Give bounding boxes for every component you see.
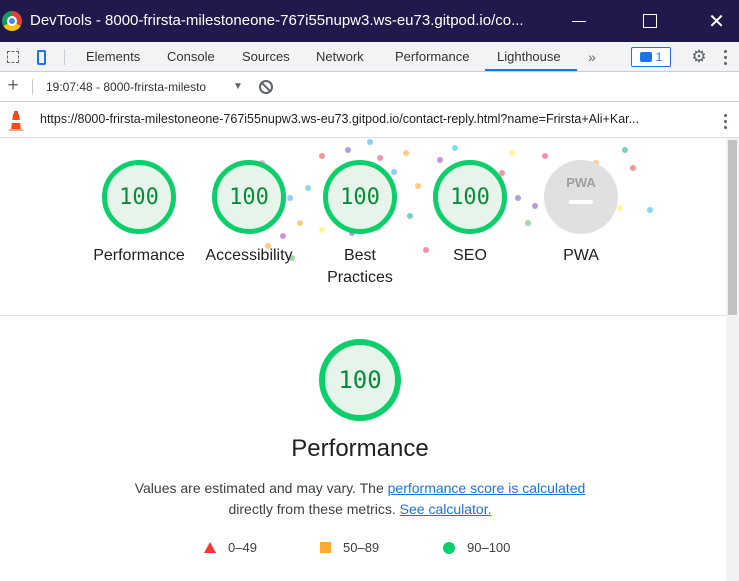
circle-icon [443, 541, 455, 554]
new-report-icon[interactable]: + [4, 76, 22, 96]
gauge-score: 100 [340, 184, 380, 210]
tab-sources[interactable]: Sources [242, 42, 290, 72]
best-practices-gauge[interactable]: 100 [323, 160, 397, 234]
pwa-badge-text: PWA [566, 175, 596, 190]
pwa-dash-icon [569, 200, 593, 204]
close-button[interactable]: ✕ [694, 0, 739, 42]
score-calculation-link[interactable]: performance score is calculated [388, 480, 586, 496]
legend-pass: 90–100 [443, 540, 510, 555]
accessibility-label: Accessibility [205, 247, 293, 264]
toolbar-divider [32, 79, 33, 95]
minimize-icon [571, 20, 586, 22]
report-menu-icon[interactable] [718, 112, 732, 130]
more-options-icon[interactable] [719, 48, 731, 66]
best-practices-label: Best Practices [327, 247, 393, 286]
legend-range: 90–100 [467, 540, 511, 555]
gauge-score: 100 [450, 184, 490, 210]
seo-gauge[interactable]: 100 [433, 160, 507, 234]
chrome-logo-icon [2, 11, 22, 31]
performance-description: Values are estimated and may vary. The p… [0, 478, 720, 520]
gauge-score: 100 [119, 184, 159, 210]
legend-range: 50–89 [343, 540, 380, 555]
triangle-icon [204, 542, 216, 553]
active-tab-indicator [485, 69, 577, 71]
performance-section-gauge: 100 [319, 339, 401, 421]
lighthouse-report: 100 Performance 100 Accessibility 100 Be… [0, 138, 726, 581]
legend-fail: 0–49 [204, 540, 257, 555]
description-text: directly from these metrics. [228, 501, 400, 517]
maximize-icon [642, 14, 657, 28]
tab-lighthouse[interactable]: Lighthouse [497, 42, 561, 72]
pwa-label: PWA [563, 247, 599, 264]
maximize-button[interactable] [627, 0, 672, 42]
scrollbar-thumb[interactable] [728, 140, 737, 315]
inspect-element-icon[interactable] [4, 48, 22, 66]
report-url: https://8000-frirsta-milestoneone-767i55… [40, 112, 640, 126]
report-url-bar: https://8000-frirsta-milestoneone-767i55… [0, 102, 739, 138]
tab-network[interactable]: Network [316, 42, 364, 72]
accessibility-gauge[interactable]: 100 [212, 160, 286, 234]
clear-all-icon[interactable] [259, 80, 273, 94]
square-icon [320, 542, 331, 553]
tab-elements[interactable]: Elements [86, 42, 140, 72]
gauge-score: 100 [229, 184, 269, 210]
lighthouse-toolbar: + 19:07:48 - 8000-frirsta-milesto ▼ [0, 72, 739, 102]
gear-icon[interactable]: ⚙ [690, 48, 708, 66]
more-tabs-button[interactable]: » [588, 42, 596, 72]
pwa-gauge[interactable]: PWA [544, 160, 618, 234]
toolbar-divider [64, 49, 65, 65]
minimize-button[interactable] [556, 0, 601, 42]
performance-label: Performance [93, 247, 185, 264]
lighthouse-logo-icon [9, 111, 23, 131]
performance-gauge[interactable]: 100 [102, 160, 176, 234]
description-text: Values are estimated and may vary. The [134, 480, 388, 496]
performance-section-score: 100 [338, 366, 382, 394]
section-divider [0, 315, 726, 316]
issues-count: 1 [655, 50, 663, 64]
tab-console[interactable]: Console [167, 42, 215, 72]
device-toolbar-icon[interactable] [32, 48, 50, 66]
legend-average: 50–89 [320, 540, 379, 555]
chevron-down-icon[interactable]: ▼ [233, 72, 243, 102]
see-calculator-link[interactable]: See calculator. [400, 501, 492, 517]
devtools-tabbar: Elements Console Sources Network Perform… [0, 42, 739, 72]
seo-label: SEO [453, 247, 487, 264]
message-icon [639, 52, 652, 62]
legend-range: 0–49 [228, 540, 257, 555]
report-selector[interactable]: 19:07:48 - 8000-frirsta-milesto [46, 72, 206, 102]
issues-badge[interactable]: 1 [631, 47, 671, 67]
performance-section-title: Performance [291, 435, 429, 462]
window-titlebar: DevTools - 8000-frirsta-milestoneone-767… [0, 0, 739, 42]
tab-performance[interactable]: Performance [395, 42, 469, 72]
window-title: DevTools - 8000-frirsta-milestoneone-767… [30, 12, 524, 29]
